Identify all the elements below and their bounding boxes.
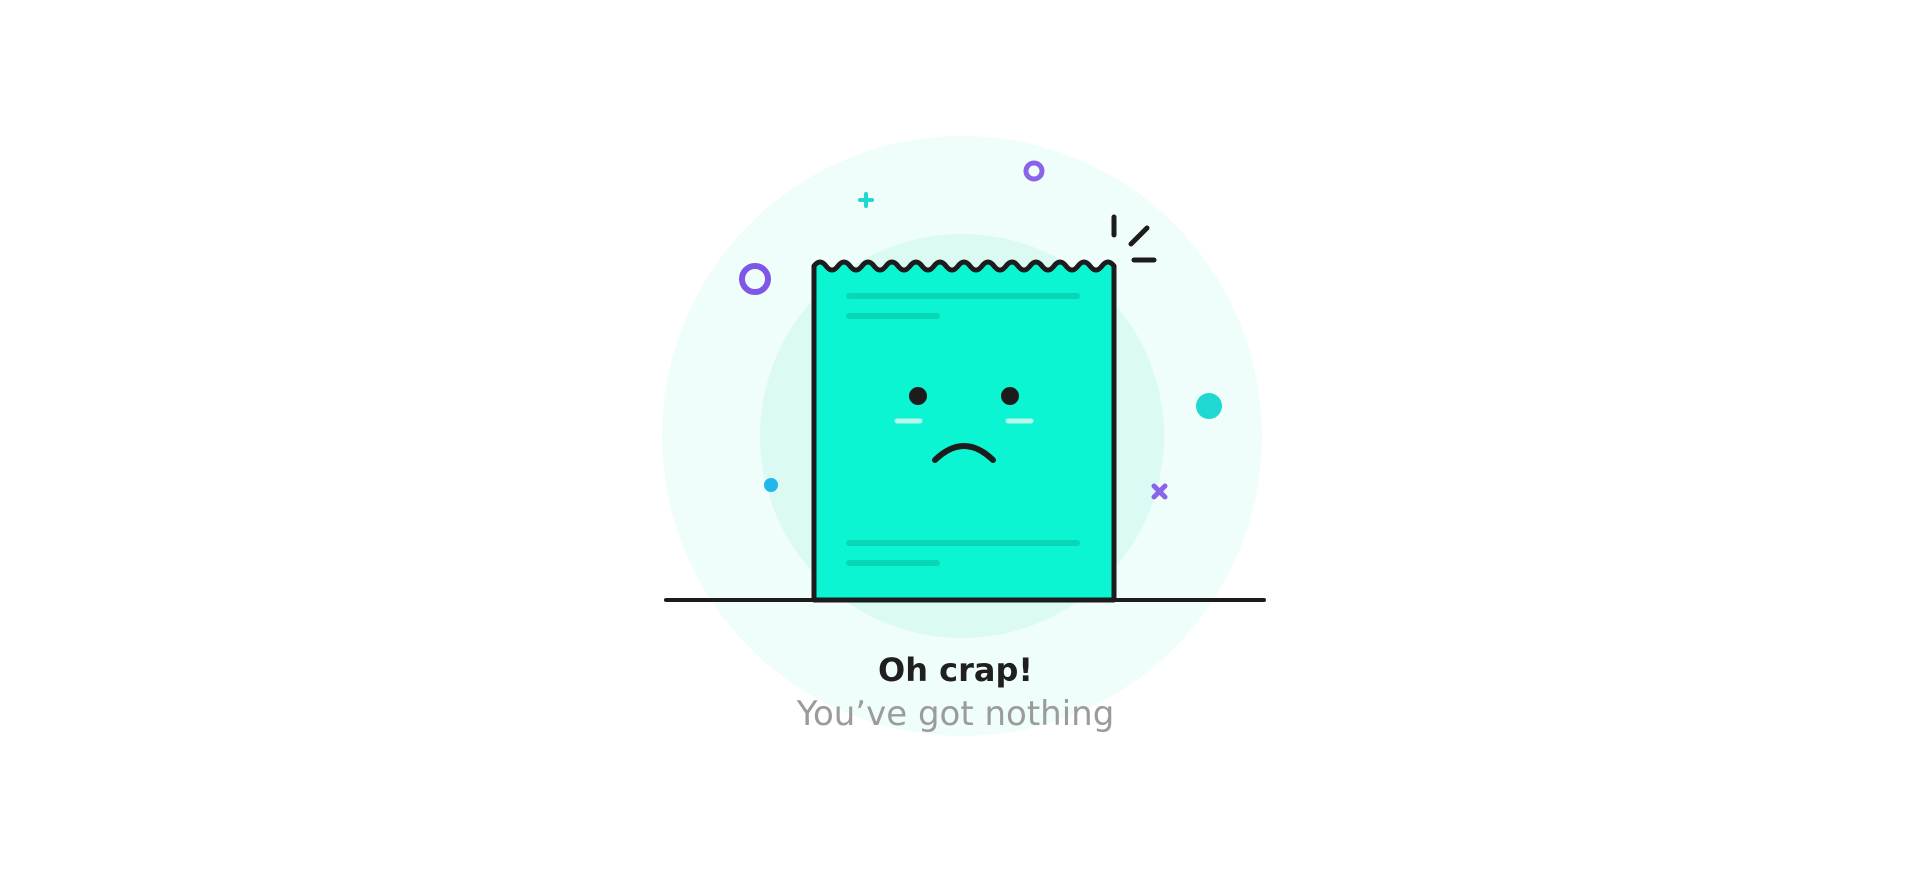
left-eye bbox=[909, 387, 927, 405]
right-eye bbox=[1001, 387, 1019, 405]
empty-state-title: Oh crap! bbox=[878, 651, 1033, 689]
empty-state-illustration bbox=[662, 136, 1266, 736]
blue-dot-icon bbox=[764, 478, 778, 492]
sad-receipt-icon bbox=[811, 259, 1117, 603]
teal-dot-icon bbox=[1196, 393, 1222, 419]
empty-state-subtitle: You’ve got nothing bbox=[796, 694, 1115, 734]
empty-state-page: Oh crap! You’ve got nothing bbox=[0, 0, 1911, 892]
